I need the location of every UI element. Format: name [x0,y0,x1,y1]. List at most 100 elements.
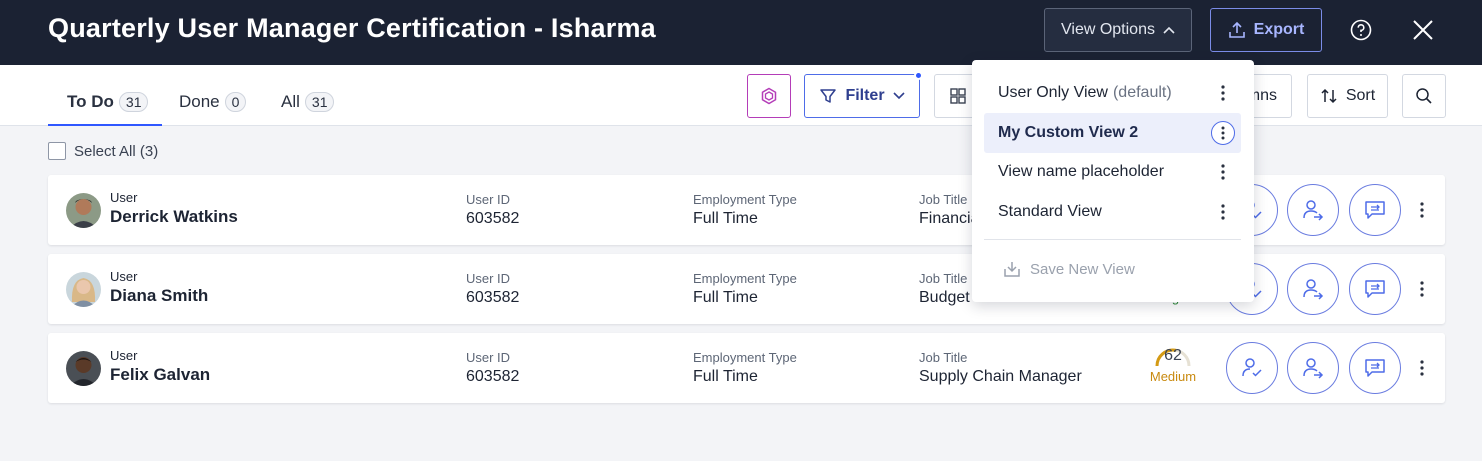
employment-value: Full Time [693,368,758,385]
employment-value: Full Time [693,289,758,306]
comment-button[interactable] [1349,263,1401,315]
select-all-checkbox[interactable] [48,142,66,160]
view-options-button[interactable]: View Options [1044,8,1192,52]
view-option-label: Standard View [998,203,1102,220]
jobtitle-field: Job Title Supply Chain Manager [919,350,1082,386]
user-arrow-icon [1303,200,1324,221]
ai-assist-button[interactable] [747,74,791,118]
select-all[interactable]: Select All (3) [48,142,158,160]
row-kebab-icon[interactable] [1414,199,1430,221]
employment-label: Employment Type [693,350,797,365]
tab-count-badge: 31 [304,92,335,112]
view-options-label: View Options [1061,21,1155,38]
close-icon[interactable] [1410,17,1436,43]
risk-level: Medium [1149,369,1197,384]
userid-label: User ID [466,192,511,207]
reassign-button[interactable] [1287,263,1339,315]
view-option-kebab-icon[interactable] [1211,121,1235,145]
chevron-up-icon [1163,26,1175,34]
upload-icon [1228,21,1245,38]
tab-label: All [281,92,300,111]
select-all-label: Select All (3) [74,142,159,160]
risk-score: 62 [1164,347,1182,364]
chat-exchange-icon [1365,201,1385,219]
save-new-view-button[interactable]: Save New View [1002,259,1135,279]
view-option-label: View name placeholder [998,163,1165,180]
reassign-button[interactable] [1287,184,1339,236]
view-options-dropdown: User Only View (default) My Custom View … [972,60,1254,302]
chevron-down-icon [892,92,905,100]
row-kebab-icon[interactable] [1414,357,1430,379]
view-option-my-custom-view-2[interactable]: My Custom View 2 [984,113,1241,153]
view-option-kebab-icon[interactable] [1211,160,1235,184]
page-title: Quarterly User Manager Certification - I… [48,13,656,43]
tab-done[interactable]: Done 0 [179,92,247,126]
user-label: User [110,348,138,363]
dropdown-divider [984,239,1241,240]
search-button[interactable] [1402,74,1446,118]
view-option-kebab-icon[interactable] [1211,81,1235,105]
view-option-label: My Custom View 2 [998,124,1139,141]
help-icon[interactable] [1348,17,1374,43]
chat-exchange-icon [1365,359,1385,377]
view-option-standard[interactable]: Standard View [984,192,1241,232]
approve-button[interactable] [1226,342,1278,394]
tabs-toolbar-band: To Do 31 Done 0 All 31 Filter Columns So… [0,65,1482,126]
user-field: User Derrick Watkins [110,190,238,227]
user-name[interactable]: Derrick Watkins [110,207,238,227]
userid-field: User ID 603582 [466,271,519,307]
avatar [66,193,101,228]
jobtitle-label: Job Title [919,350,968,365]
filter-button[interactable]: Filter [804,71,923,118]
jobtitle-value: Supply Chain Manager [919,368,1082,385]
user-check-icon [1242,358,1262,377]
user-field: User Felix Galvan [110,348,210,385]
user-name[interactable]: Felix Galvan [110,365,210,385]
export-label: Export [1253,21,1305,38]
view-option-label: User Only View [998,84,1108,101]
employment-field: Employment Type Full Time [693,271,797,307]
user-arrow-icon [1303,279,1324,300]
tab-count-badge: 0 [224,92,247,112]
app-header: Quarterly User Manager Certification - I… [0,0,1482,65]
tab-count-badge: 31 [118,92,149,112]
view-option-placeholder[interactable]: View name placeholder [984,152,1241,192]
tab-all[interactable]: All 31 [281,92,335,126]
employment-label: Employment Type [693,192,797,207]
risk-indicator: 62 Medium [1146,347,1200,384]
search-icon [1416,88,1432,104]
columns-grid-icon [950,88,966,104]
comment-button[interactable] [1349,342,1401,394]
tab-label: To Do [67,92,114,111]
reassign-button[interactable] [1287,342,1339,394]
employment-value: Full Time [693,210,758,227]
active-filter-indicator [914,71,923,80]
sort-button[interactable]: Sort [1307,74,1388,118]
default-tag: (default) [1112,84,1172,101]
save-download-icon [1004,262,1020,277]
filter-label: Filter [845,87,885,104]
view-option-user-only[interactable]: User Only View (default) [984,73,1241,113]
export-button[interactable]: Export [1210,8,1322,52]
comment-button[interactable] [1349,184,1401,236]
tab-to-do[interactable]: To Do 31 [48,92,162,126]
user-label: User [110,190,138,205]
employment-field: Employment Type Full Time [693,350,797,386]
sort-arrows-icon [1321,88,1337,104]
chat-exchange-icon [1365,280,1385,298]
row-kebab-icon[interactable] [1414,278,1430,300]
userid-value: 603582 [466,210,520,227]
tab-label: Done [179,92,220,111]
userid-value: 603582 [466,368,520,385]
user-arrow-icon [1303,358,1324,379]
user-name[interactable]: Diana Smith [110,286,208,306]
userid-label: User ID [466,271,511,286]
table-row[interactable]: User Felix Galvan User ID 603582 Employm… [48,333,1445,403]
view-option-kebab-icon[interactable] [1211,200,1235,224]
employment-label: Employment Type [693,271,797,286]
avatar [66,272,101,307]
userid-field: User ID 603582 [466,192,519,228]
avatar [66,351,101,386]
sort-label: Sort [1345,87,1376,104]
filter-icon [820,89,837,103]
